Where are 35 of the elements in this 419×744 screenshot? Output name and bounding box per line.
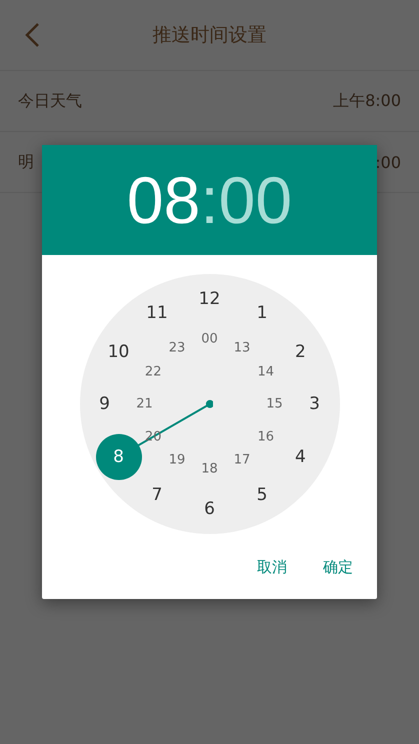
- hour-number[interactable]: 14: [258, 364, 274, 379]
- hour-number[interactable]: 3: [309, 394, 320, 414]
- hour-number[interactable]: 19: [168, 452, 186, 468]
- dialog-button[interactable]: 取消: [249, 552, 295, 583]
- hour-number[interactable]: 12: [198, 289, 220, 309]
- hour-number[interactable]: 10: [108, 342, 130, 362]
- time-text[interactable]: :: [200, 167, 219, 233]
- hour-number[interactable]: 5: [256, 484, 268, 505]
- row-value: :00: [375, 152, 401, 172]
- hour-number[interactable]: 9: [99, 394, 110, 414]
- hour-number[interactable]: 4: [295, 446, 306, 466]
- hour-number[interactable]: 16: [258, 429, 274, 444]
- hour-number[interactable]: 1: [256, 303, 268, 324]
- hour-number[interactable]: 17: [234, 452, 250, 468]
- row-value: 上午8:00: [333, 90, 401, 112]
- hour-number[interactable]: 18: [201, 462, 218, 476]
- hour-number[interactable]: 15: [266, 396, 283, 412]
- row-label: 明: [18, 152, 34, 172]
- time-text[interactable]: 00: [218, 167, 292, 233]
- hour-number[interactable]: 21: [136, 396, 153, 412]
- hour-number[interactable]: 13: [234, 340, 250, 356]
- dialog-button[interactable]: 确定: [315, 552, 361, 583]
- hour-number[interactable]: 8: [113, 446, 124, 466]
- hour-number[interactable]: 2: [295, 342, 306, 362]
- back-icon[interactable]: [24, 22, 40, 48]
- hour-number[interactable]: 00: [201, 332, 218, 346]
- hour-number[interactable]: 22: [144, 364, 162, 379]
- page-title: 推送时间设置: [152, 23, 266, 48]
- row-label: 今日天气: [18, 90, 82, 112]
- hour-number[interactable]: 23: [168, 340, 186, 356]
- hour-number[interactable]: 11: [146, 303, 168, 324]
- selection-dot: [96, 434, 142, 480]
- hour-number[interactable]: 6: [204, 499, 215, 519]
- time-text[interactable]: 08: [126, 167, 200, 233]
- hour-number[interactable]: 7: [152, 484, 162, 505]
